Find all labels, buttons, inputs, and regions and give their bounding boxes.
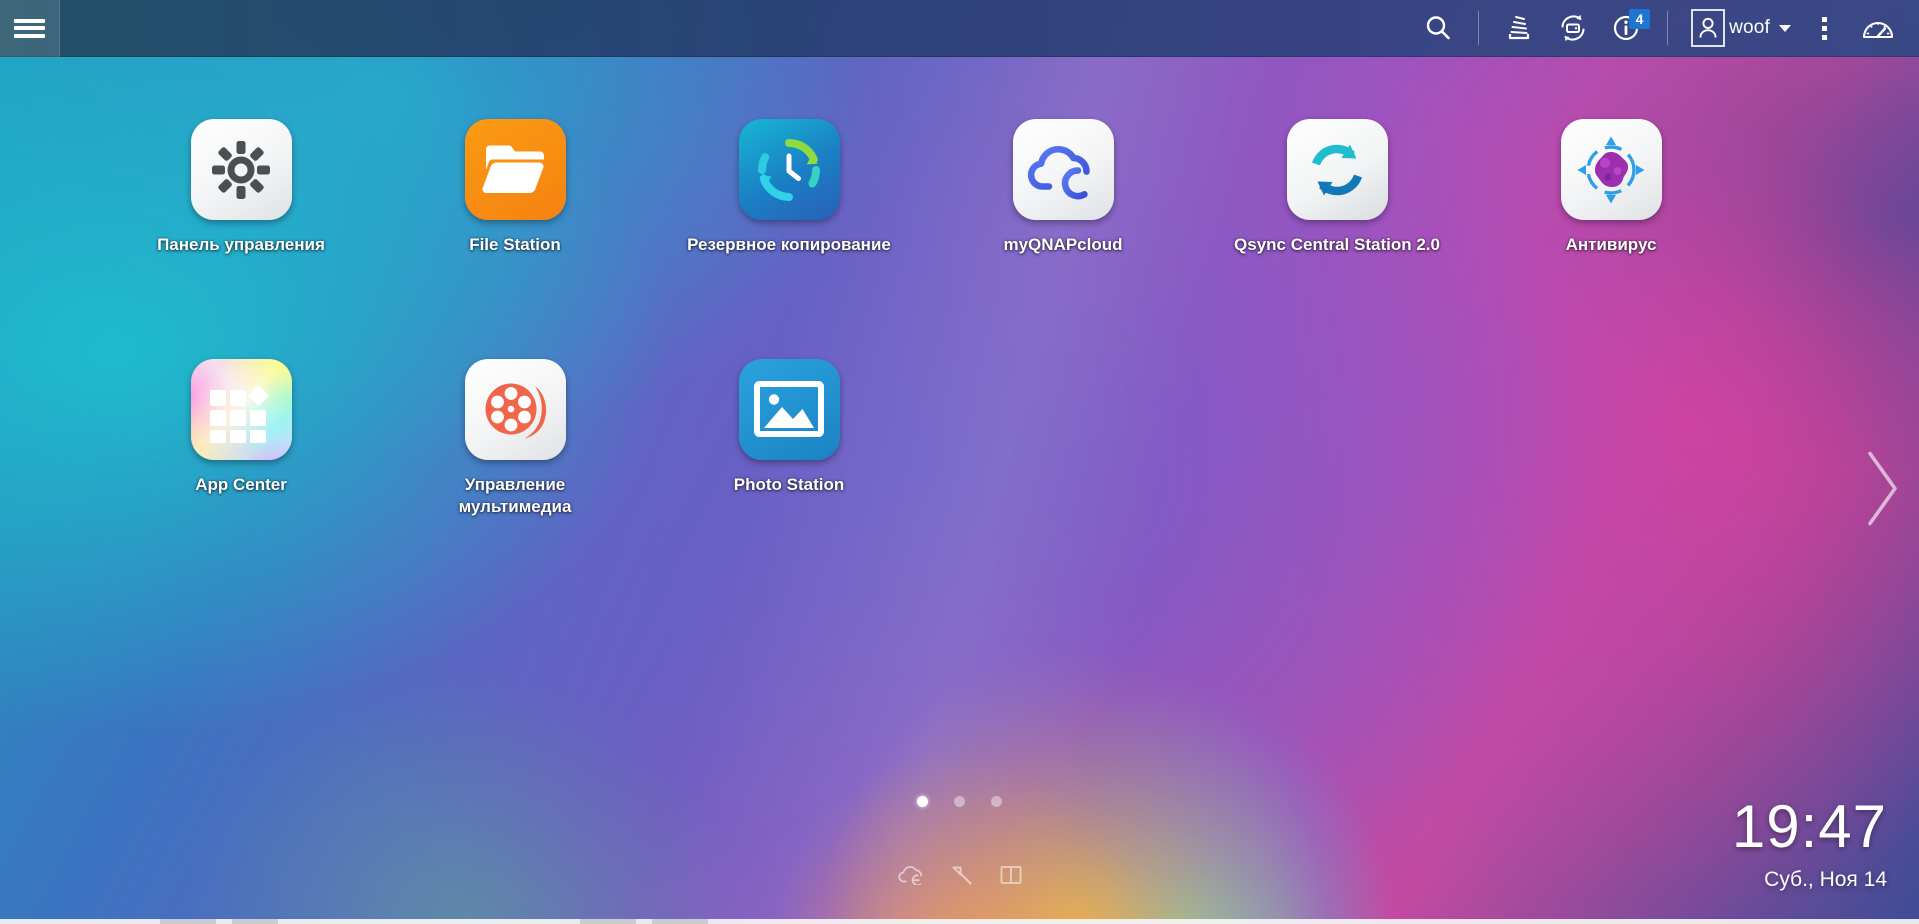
- backup-station-clock-icon: [738, 119, 840, 220]
- cloud-icon: [897, 866, 922, 885]
- more-options-vertical-dots-icon: [1821, 16, 1827, 40]
- desktop-clock: 19:47 Суб., Ноя 14: [1732, 797, 1887, 892]
- strip-seg-3: [580, 919, 636, 924]
- dashboard-button[interactable]: [1851, 0, 1905, 57]
- tray-cloud-button[interactable]: [897, 865, 924, 885]
- app-label: Панель управления: [157, 235, 325, 254]
- notifications-button[interactable]: 4: [1600, 0, 1654, 57]
- control-panel-gear-icon: [190, 119, 292, 220]
- more-options-button[interactable]: [1797, 0, 1851, 57]
- chevron-down-icon: [1779, 24, 1791, 32]
- app-icon-backup-station[interactable]: Резервное копирование: [687, 115, 891, 355]
- tray-manual-button[interactable]: [1000, 865, 1022, 885]
- app-label: Резервное копирование: [687, 235, 891, 254]
- app-icon-multimedia-management[interactable]: Управление мультимедиа: [415, 355, 615, 595]
- file-station-folder-icon: [464, 119, 566, 220]
- toolbar-divider-1: [1478, 11, 1480, 45]
- strip-seg-2: [232, 919, 278, 924]
- dashboard-gauge-icon: [1862, 22, 1894, 39]
- app-label: Управление мультимедиа: [458, 475, 572, 516]
- tray-tools-button[interactable]: [951, 864, 973, 886]
- app-icon-grid: Панель управления File Station Резервное…: [104, 115, 1748, 595]
- toolbar-divider-2: [1667, 11, 1669, 45]
- user-menu-button[interactable]: woof: [1681, 0, 1797, 57]
- search-button[interactable]: [1411, 0, 1465, 57]
- user-avatar-icon: [1699, 17, 1717, 38]
- app-label: Qsync Central Station 2.0: [1234, 235, 1440, 254]
- avatar: [1691, 9, 1726, 47]
- user-name-label: woof: [1729, 17, 1770, 38]
- myqnapcloud-cloud-icon: [1012, 119, 1114, 220]
- background-tasks-button[interactable]: [1546, 0, 1600, 57]
- app-icon-file-station[interactable]: File Station: [415, 115, 615, 355]
- page-dot-2[interactable]: [954, 796, 965, 807]
- desktop-tray: [0, 864, 1919, 886]
- background-tasks-sync-icon: [1561, 14, 1585, 42]
- clock-date: Суб., Ноя 14: [1764, 868, 1887, 891]
- resource-monitor-icon: [1508, 16, 1530, 40]
- resource-monitor-button[interactable]: [1492, 0, 1546, 57]
- hammer-tools-icon: [952, 866, 971, 885]
- app-label: App Center: [195, 475, 287, 494]
- multimedia-film-reel-icon: [464, 359, 566, 460]
- browser-bottom-strip: [0, 919, 1919, 924]
- antivirus-target-icon: [1560, 119, 1662, 220]
- page-indicator-dots: [0, 796, 1919, 807]
- book-manual-icon: [1000, 866, 1021, 884]
- app-icon-qsync-central-station[interactable]: Qsync Central Station 2.0: [1234, 115, 1440, 355]
- app-center-grid-icon: [190, 359, 292, 460]
- app-icon-antivirus[interactable]: Антивирус: [1511, 115, 1711, 355]
- notification-badge: 4: [1629, 8, 1651, 29]
- page-dot-3[interactable]: [991, 796, 1002, 807]
- desktop-area: Панель управления File Station Резервное…: [0, 57, 1919, 924]
- hamburger-menu-button[interactable]: [0, 0, 60, 57]
- search-icon: [1426, 16, 1450, 40]
- app-icon-control-panel[interactable]: Панель управления: [141, 115, 341, 355]
- app-label: Антивирус: [1565, 235, 1657, 254]
- app-icon-myqnapcloud[interactable]: myQNAPcloud: [963, 115, 1163, 355]
- strip-seg-4: [652, 919, 708, 924]
- app-label: myQNAPcloud: [1003, 235, 1123, 254]
- app-label: Photo Station: [733, 475, 845, 494]
- clock-time: 19:47: [1731, 793, 1887, 860]
- app-icon-app-center[interactable]: App Center: [141, 355, 341, 595]
- photo-station-image-icon: [738, 359, 840, 460]
- next-page-button[interactable]: [1857, 445, 1905, 536]
- page-dot-1[interactable]: [917, 796, 928, 807]
- strip-seg-1: [160, 919, 216, 924]
- chevron-right-icon: [1868, 451, 1897, 525]
- hamburger-menu-icon: [14, 15, 45, 41]
- app-label: File Station: [469, 235, 561, 254]
- top-toolbar: 4 woof: [0, 0, 1919, 57]
- toolbar-actions: 4 woof: [1411, 0, 1919, 57]
- qsync-refresh-icon: [1286, 119, 1388, 220]
- app-icon-photo-station[interactable]: Photo Station: [689, 355, 889, 595]
